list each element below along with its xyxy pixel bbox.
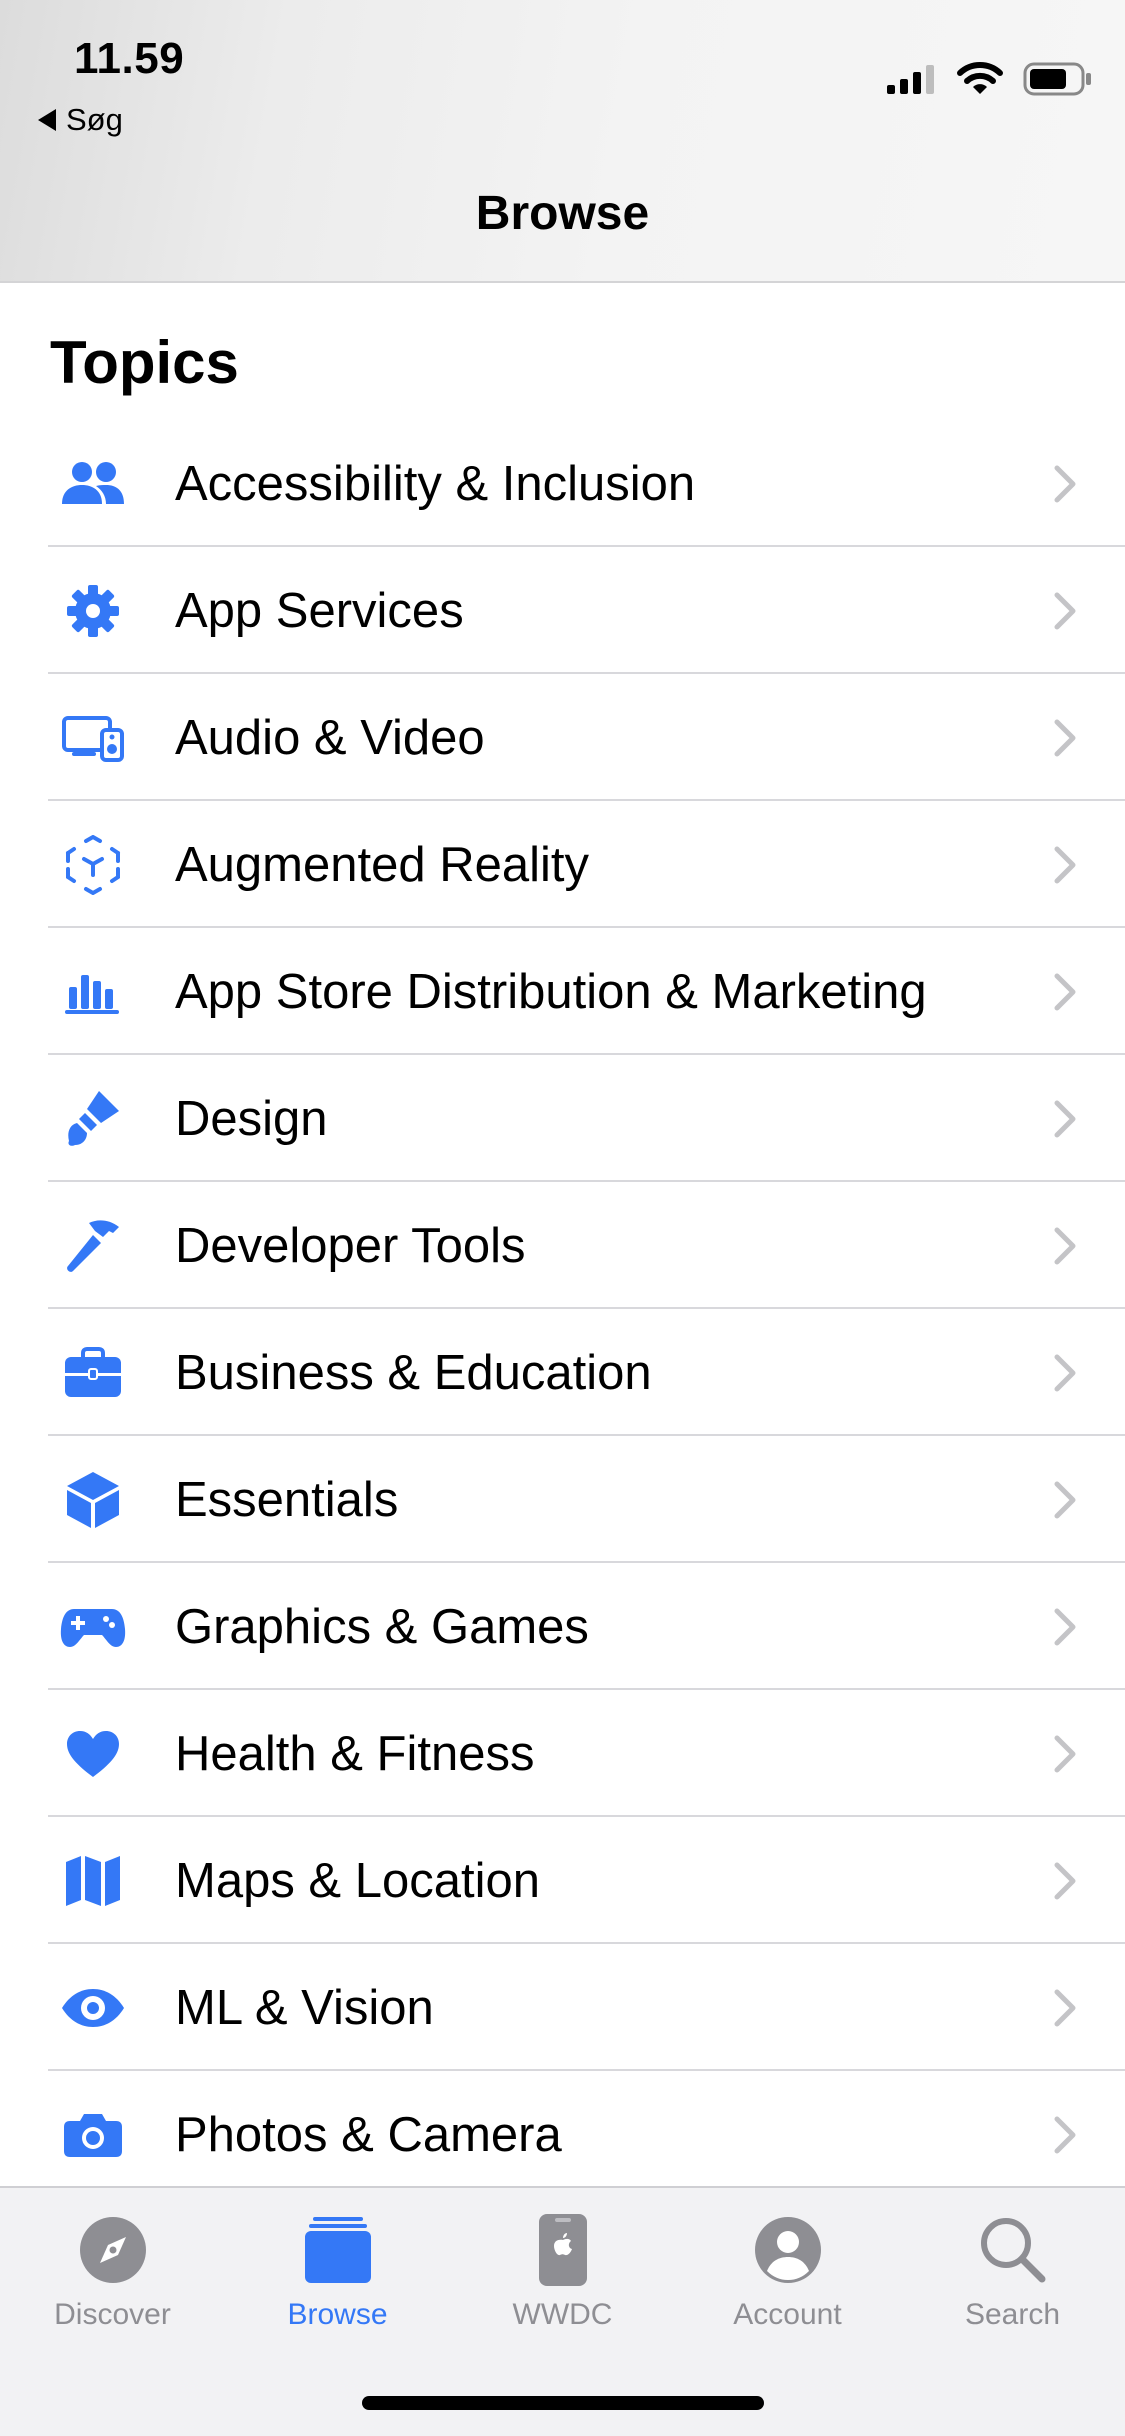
- chevron-right-icon: [1054, 592, 1076, 629]
- chevron-right-icon: [1054, 973, 1076, 1010]
- status-icons: [887, 62, 1093, 96]
- compass-icon: [73, 2210, 153, 2290]
- topic-label: Graphics & Games: [175, 1599, 589, 1654]
- person-circle-icon: [748, 2210, 828, 2290]
- chevron-right-icon: [1054, 1100, 1076, 1137]
- topic-label: Essentials: [175, 1472, 399, 1527]
- back-triangle-icon: [38, 109, 56, 131]
- topic-label: ML & Vision: [175, 1980, 434, 2035]
- topic-row-app-services[interactable]: App Services: [0, 547, 1125, 674]
- chevron-right-icon: [1054, 1227, 1076, 1264]
- cube-icon: [58, 1465, 128, 1535]
- topic-row-developer-tools[interactable]: Developer Tools: [0, 1182, 1125, 1309]
- wifi-icon: [957, 62, 1003, 94]
- people-icon: [58, 449, 128, 519]
- topic-label: App Store Distribution & Marketing: [175, 964, 927, 1019]
- display-speaker-icon: [58, 703, 128, 773]
- page-title: Browse: [475, 187, 650, 240]
- tab-search[interactable]: Search: [900, 2210, 1125, 2332]
- back-to-app-label: Søg: [66, 102, 123, 137]
- topic-label: Maps & Location: [175, 1853, 540, 1908]
- tab-label: Account: [733, 2298, 842, 2331]
- chevron-right-icon: [1054, 2116, 1076, 2153]
- topic-label: Developer Tools: [175, 1218, 526, 1273]
- battery-icon: [1023, 62, 1091, 96]
- heart-icon: [58, 1719, 128, 1789]
- topics-list: Accessibility & Inclusion App Services A…: [0, 420, 1125, 2198]
- paintbrush-icon: [58, 1084, 128, 1154]
- tab-label: WWDC: [512, 2298, 613, 2331]
- chevron-right-icon: [1054, 1481, 1076, 1518]
- stack-icon: [298, 2210, 378, 2290]
- back-to-app-button[interactable]: Søg: [38, 102, 123, 138]
- topic-label: Accessibility & Inclusion: [175, 456, 696, 511]
- topic-row-photos-camera[interactable]: Photos & Camera: [0, 2071, 1125, 2198]
- briefcase-icon: [58, 1338, 128, 1408]
- topic-row-business-education[interactable]: Business & Education: [0, 1309, 1125, 1436]
- topic-row-essentials[interactable]: Essentials: [0, 1436, 1125, 1563]
- topics-heading: Topics: [50, 329, 239, 396]
- topic-row-ml-vision[interactable]: ML & Vision: [0, 1944, 1125, 2071]
- topic-label: Health & Fitness: [175, 1726, 535, 1781]
- topic-row-design[interactable]: Design: [0, 1055, 1125, 1182]
- chevron-right-icon: [1054, 719, 1076, 756]
- navigation-header: 11.59 Søg Browse: [0, 0, 1125, 283]
- topic-label: Design: [175, 1091, 328, 1146]
- topic-label: Business & Education: [175, 1345, 652, 1400]
- tab-browse[interactable]: Browse: [225, 2210, 450, 2332]
- topic-row-graphics-games[interactable]: Graphics & Games: [0, 1563, 1125, 1690]
- camera-icon: [58, 2100, 128, 2170]
- eye-icon: [58, 1973, 128, 2043]
- cellular-signal-icon: [887, 65, 934, 94]
- bar-chart-icon: [58, 957, 128, 1027]
- tab-account[interactable]: Account: [675, 2210, 900, 2332]
- hammer-icon: [58, 1211, 128, 1281]
- topic-row-augmented-reality[interactable]: Augmented Reality: [0, 801, 1125, 928]
- topic-label: App Services: [175, 583, 464, 638]
- home-indicator: [362, 2396, 764, 2410]
- chevron-right-icon: [1054, 465, 1076, 502]
- topic-label: Audio & Video: [175, 710, 485, 765]
- gear-icon: [58, 576, 128, 646]
- gamecontroller-icon: [58, 1592, 128, 1662]
- topic-row-maps-location[interactable]: Maps & Location: [0, 1817, 1125, 1944]
- status-time: 11.59: [74, 34, 185, 83]
- wwdc-device-icon: [523, 2210, 603, 2290]
- ar-cube-icon: [58, 830, 128, 900]
- topic-label: Augmented Reality: [175, 837, 590, 892]
- chevron-right-icon: [1054, 1862, 1076, 1899]
- tab-wwdc[interactable]: WWDC: [450, 2210, 675, 2332]
- chevron-right-icon: [1054, 1354, 1076, 1391]
- tab-discover[interactable]: Discover: [0, 2210, 225, 2332]
- chevron-right-icon: [1054, 846, 1076, 883]
- topic-row-health-fitness[interactable]: Health & Fitness: [0, 1690, 1125, 1817]
- chevron-right-icon: [1054, 1989, 1076, 2026]
- magnifier-icon: [973, 2210, 1053, 2290]
- topic-row-audio-video[interactable]: Audio & Video: [0, 674, 1125, 801]
- chevron-right-icon: [1054, 1735, 1076, 1772]
- tab-label: Discover: [54, 2298, 171, 2331]
- chevron-right-icon: [1054, 1608, 1076, 1645]
- map-icon: [58, 1846, 128, 1916]
- topic-label: Photos & Camera: [175, 2107, 562, 2162]
- tab-label: Browse: [287, 2298, 388, 2331]
- topic-row-accessibility[interactable]: Accessibility & Inclusion: [0, 420, 1125, 547]
- topic-row-app-store-distribution[interactable]: App Store Distribution & Marketing: [0, 928, 1125, 1055]
- tab-label: Search: [964, 2298, 1061, 2331]
